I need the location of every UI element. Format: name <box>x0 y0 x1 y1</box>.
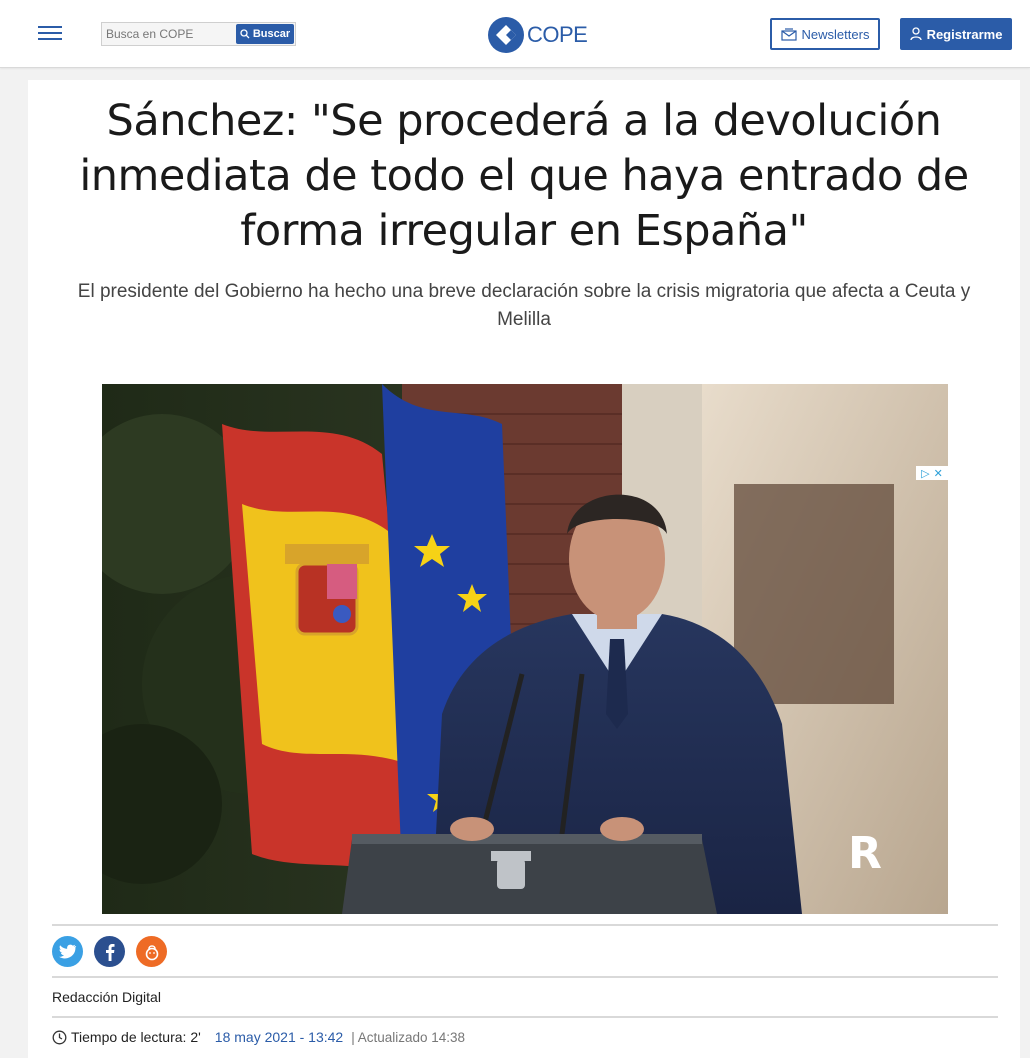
newsletters-button[interactable]: Newsletters <box>770 18 880 50</box>
article-subtitle: El presidente del Gobierno ha hecho una … <box>77 281 971 330</box>
adchoices-icon: ▷ <box>921 467 930 480</box>
reading-time: Tiempo de lectura: 2' <box>71 1029 201 1045</box>
meneame-icon <box>145 944 158 960</box>
envelope-icon <box>780 27 797 41</box>
twitter-share-button[interactable] <box>52 936 83 967</box>
share-bar <box>52 936 167 967</box>
search-button[interactable]: Buscar <box>236 24 294 44</box>
divider <box>52 924 998 926</box>
cope-logo-icon <box>488 17 524 53</box>
divider <box>52 976 998 978</box>
adchoices-badge[interactable]: ▷ ✕ <box>916 466 948 480</box>
photo-illustration <box>102 384 948 914</box>
updated-time: | Actualizado 14:38 <box>351 1029 466 1045</box>
cope-logo[interactable]: COPE <box>487 16 588 54</box>
twitter-icon <box>58 944 76 959</box>
article-card: Sánchez: "Se procederá a la devolución i… <box>28 80 1020 1058</box>
clock-icon <box>52 1030 67 1044</box>
logo-text: COPE <box>527 22 588 47</box>
search-box: Buscar <box>101 22 296 46</box>
facebook-icon <box>105 943 114 961</box>
search-icon <box>240 29 250 39</box>
search-button-label: Buscar <box>252 28 291 40</box>
article-headline: Sánchez: "Se procederá a la devolución i… <box>79 96 969 256</box>
meneame-share-button[interactable] <box>136 936 167 967</box>
photo-watermark: R <box>848 828 882 879</box>
register-button[interactable]: Registrarme <box>900 18 1012 50</box>
site-header: Buscar COPE Newsletters Registrarme <box>0 0 1030 68</box>
facebook-share-button[interactable] <box>94 936 125 967</box>
menu-icon[interactable] <box>38 26 62 40</box>
newsletters-label: Newsletters <box>801 26 870 42</box>
divider <box>52 1016 998 1018</box>
article-photo[interactable]: R <box>102 384 948 914</box>
article-author[interactable]: Redacción Digital <box>52 989 161 1005</box>
user-icon <box>909 27 922 41</box>
search-input[interactable] <box>102 23 236 45</box>
publish-date: 18 may 2021 - 13:42 <box>214 1029 344 1045</box>
ad-close-icon[interactable]: ✕ <box>934 467 943 480</box>
article-meta: Tiempo de lectura: 2' 18 may 2021 - 13:4… <box>52 1029 465 1045</box>
register-label: Registrarme <box>926 26 1003 42</box>
